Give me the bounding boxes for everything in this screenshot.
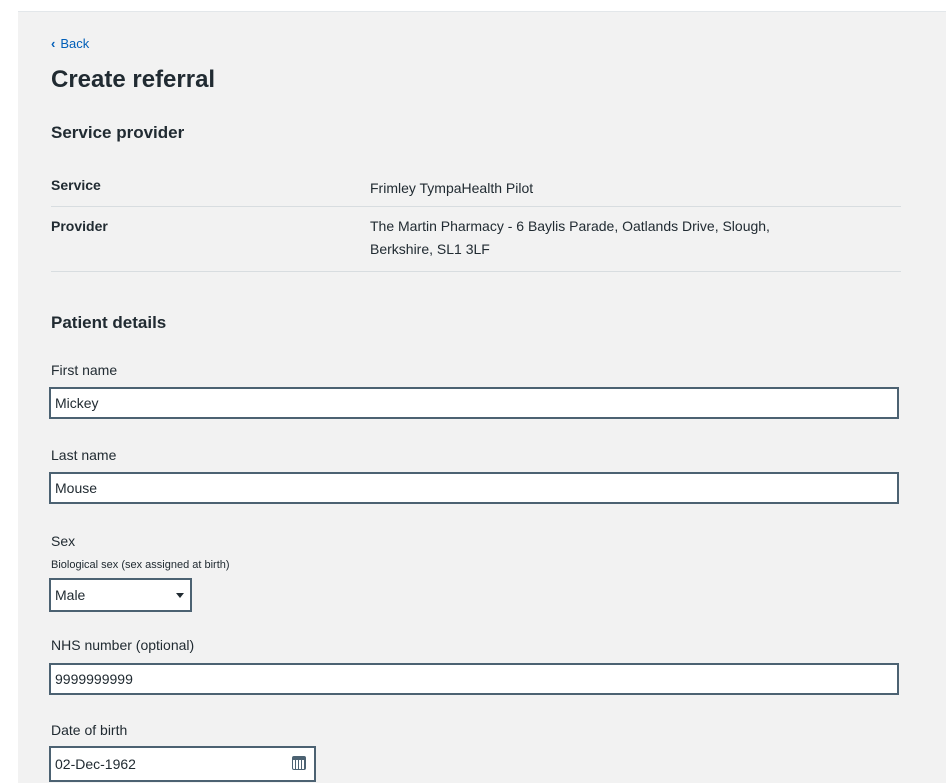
provider-address-line2: Berkshire, SL1 3LF xyxy=(370,241,490,257)
patient-details-heading: Patient details xyxy=(51,313,167,332)
summary-row-service: Service Frimley TympaHealth Pilot xyxy=(51,177,901,207)
summary-value: Frimley TympaHealth Pilot xyxy=(370,180,534,196)
last-name-input[interactable]: Mouse xyxy=(49,472,899,504)
back-label: Back xyxy=(60,36,90,51)
summary-key: Provider xyxy=(51,218,108,234)
date-of-birth-label: Date of birth xyxy=(51,722,128,738)
first-name-input[interactable]: Mickey xyxy=(49,387,899,419)
chevron-left-icon: ‹ xyxy=(51,36,56,51)
page-title: Create referral xyxy=(51,66,216,93)
sex-label: Sex xyxy=(51,533,76,549)
sex-select[interactable]: Male xyxy=(49,578,192,612)
service-provider-heading: Service provider xyxy=(51,123,185,142)
summary-value: The Martin Pharmacy - 6 Baylis Parade, O… xyxy=(370,215,870,261)
first-name-label: First name xyxy=(51,362,118,378)
summary-row-provider: Provider The Martin Pharmacy - 6 Baylis … xyxy=(51,215,901,272)
last-name-label: Last name xyxy=(51,447,117,463)
nhs-number-input[interactable]: 9999999999 xyxy=(49,663,899,695)
last-name-value: Mouse xyxy=(55,480,98,496)
date-of-birth-value: 02-Dec-1962 xyxy=(55,756,136,772)
caret-down-icon xyxy=(176,593,184,598)
nhs-number-value: 9999999999 xyxy=(55,671,133,687)
nhs-number-label: NHS number (optional) xyxy=(51,637,195,653)
back-link[interactable]: ‹ Back xyxy=(51,36,89,51)
summary-key: Service xyxy=(51,177,101,193)
first-name-value: Mickey xyxy=(55,395,99,411)
sex-selected-value: Male xyxy=(55,587,86,603)
calendar-icon[interactable] xyxy=(292,756,306,770)
provider-address-line1: The Martin Pharmacy - 6 Baylis Parade, O… xyxy=(370,218,770,234)
sex-hint: Biological sex (sex assigned at birth) xyxy=(51,559,230,571)
date-of-birth-input[interactable]: 02-Dec-1962 xyxy=(49,746,316,782)
